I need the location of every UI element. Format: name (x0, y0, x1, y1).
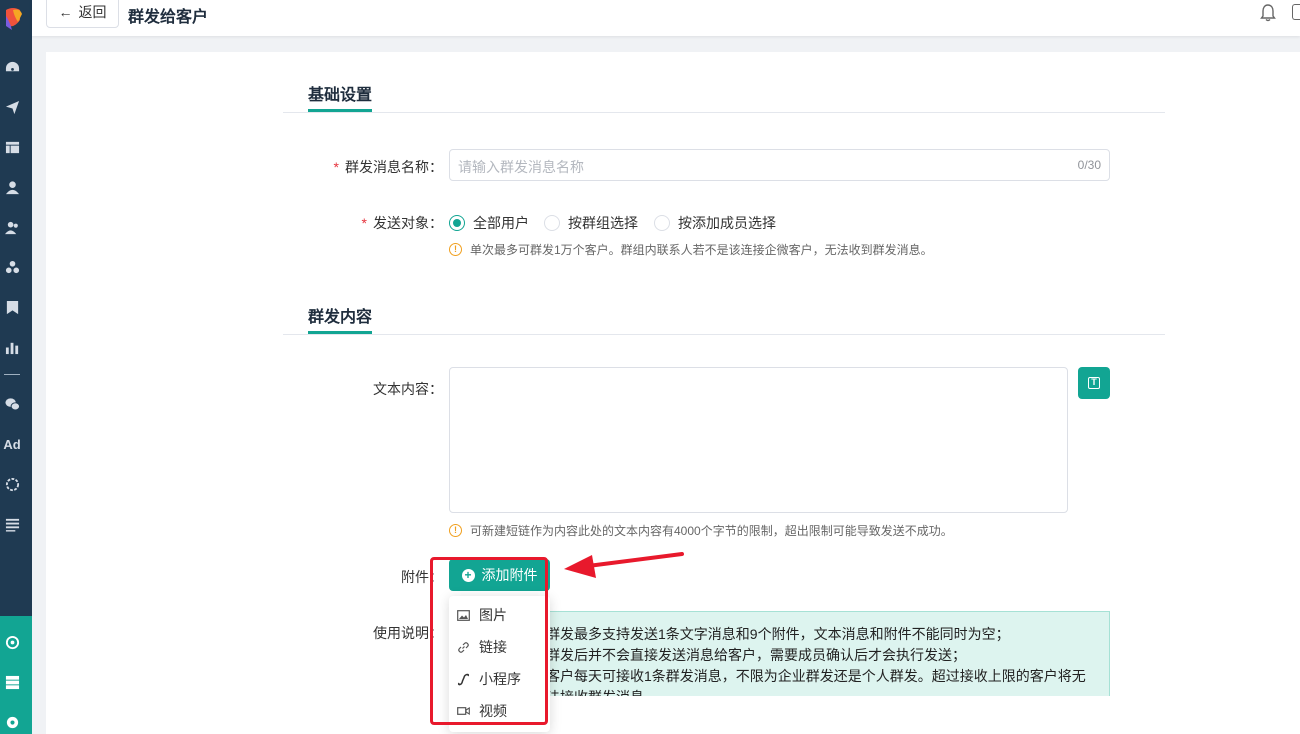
section-divider-basic (283, 112, 1165, 113)
network-icon[interactable] (4, 634, 20, 650)
target-field-label: * 发送对象： (361, 215, 443, 231)
list-icon[interactable] (4, 516, 20, 532)
radio-label: 按群组选择 (568, 215, 638, 231)
section-title-content: 群发内容 (308, 309, 373, 326)
ad-icon[interactable]: Ad (2, 436, 22, 452)
insert-text-button[interactable]: T (1078, 367, 1110, 399)
radio-circle[interactable] (654, 215, 670, 231)
loading-circle-icon[interactable] (4, 476, 20, 492)
radio-label: 全部用户 (473, 215, 529, 231)
name-input[interactable]: 请输入群发消息名称 0/30 (449, 149, 1110, 181)
radio-label: 按添加成员选择 (678, 215, 776, 231)
radio-circle-checked[interactable] (449, 215, 465, 231)
info-icon: ! (449, 243, 462, 256)
usage-label: 使用说明： (373, 625, 443, 641)
back-button[interactable]: ← 返回 (46, 0, 119, 28)
radio-by-member[interactable]: 按添加成员选择 (654, 213, 776, 233)
text-content-textarea[interactable] (449, 367, 1068, 513)
back-button-label: 返回 (78, 4, 107, 20)
target-tip: ! 单次最多可群发1万个客户。群组内联系人若不是该连接企微客户，无法收到群发消息… (449, 241, 933, 258)
name-input-counter: 0/30 (1077, 158, 1101, 172)
usage-note-line: 法接收群发消息。 (546, 687, 658, 696)
app-logo[interactable] (2, 6, 24, 32)
message-icon[interactable] (1292, 4, 1300, 20)
bar-chart-icon[interactable] (4, 339, 20, 355)
sidebar-bottom-panel (0, 616, 32, 734)
target-tip-text: 单次最多可群发1万个客户。群组内联系人若不是该连接企微客户，无法收到群发消息。 (470, 243, 933, 257)
bookmark-icon[interactable] (4, 299, 20, 315)
server-icon[interactable] (4, 674, 20, 690)
text-tip: ! 可新建短链作为内容此处的文本内容有4000个字节的限制，超出限制可能导致发送… (449, 522, 953, 539)
group-icon[interactable] (4, 259, 20, 275)
top-header: ← 返回 群发给客户 (32, 0, 1300, 36)
send-icon[interactable] (4, 99, 20, 115)
sidebar-divider (4, 374, 20, 375)
usage-note-line: 群发最多支持发送1条文字消息和9个附件，文本消息和附件不能同时为空； (546, 626, 1010, 642)
name-field-label: * 群发消息名称： (333, 159, 443, 175)
text-tip-text: 可新建短链作为内容此处的文本内容有4000个字节的限制，超出限制可能导致发送不成… (470, 524, 953, 538)
radio-by-group[interactable]: 按群组选择 (544, 213, 638, 233)
highlight-box (430, 557, 548, 725)
layout-icon[interactable] (4, 139, 20, 155)
page-title: 群发给客户 (128, 9, 209, 26)
user-icon[interactable] (4, 179, 20, 195)
section-title-basic: 基础设置 (308, 87, 373, 104)
usage-note-line: 群发后并不会直接发送消息给客户，需要成员确认后才会执行发送； (546, 647, 966, 663)
radio-circle[interactable] (544, 215, 560, 231)
info-icon: ! (449, 524, 462, 537)
text-format-icon: T (1088, 377, 1100, 389)
section-divider-content (283, 334, 1165, 335)
text-field-label: 文本内容： (373, 381, 443, 397)
dashboard-icon[interactable] (4, 59, 20, 75)
sidebar: Ad (0, 0, 32, 734)
settings-icon[interactable] (4, 714, 20, 730)
highlight-arrow-icon (564, 552, 684, 578)
users-icon[interactable] (4, 219, 20, 235)
arrow-left-icon: ← (58, 4, 73, 20)
usage-note-line: 客户每天可接收1条群发消息，不限为企业群发还是个人群发。超过接收上限的客户将无 (546, 668, 1086, 684)
radio-all-users[interactable]: 全部用户 (449, 213, 529, 233)
bell-icon[interactable] (1260, 4, 1276, 22)
wechat-icon[interactable] (4, 396, 20, 412)
name-input-placeholder: 请输入群发消息名称 (458, 159, 584, 175)
attachment-label: 附件： (401, 569, 443, 585)
